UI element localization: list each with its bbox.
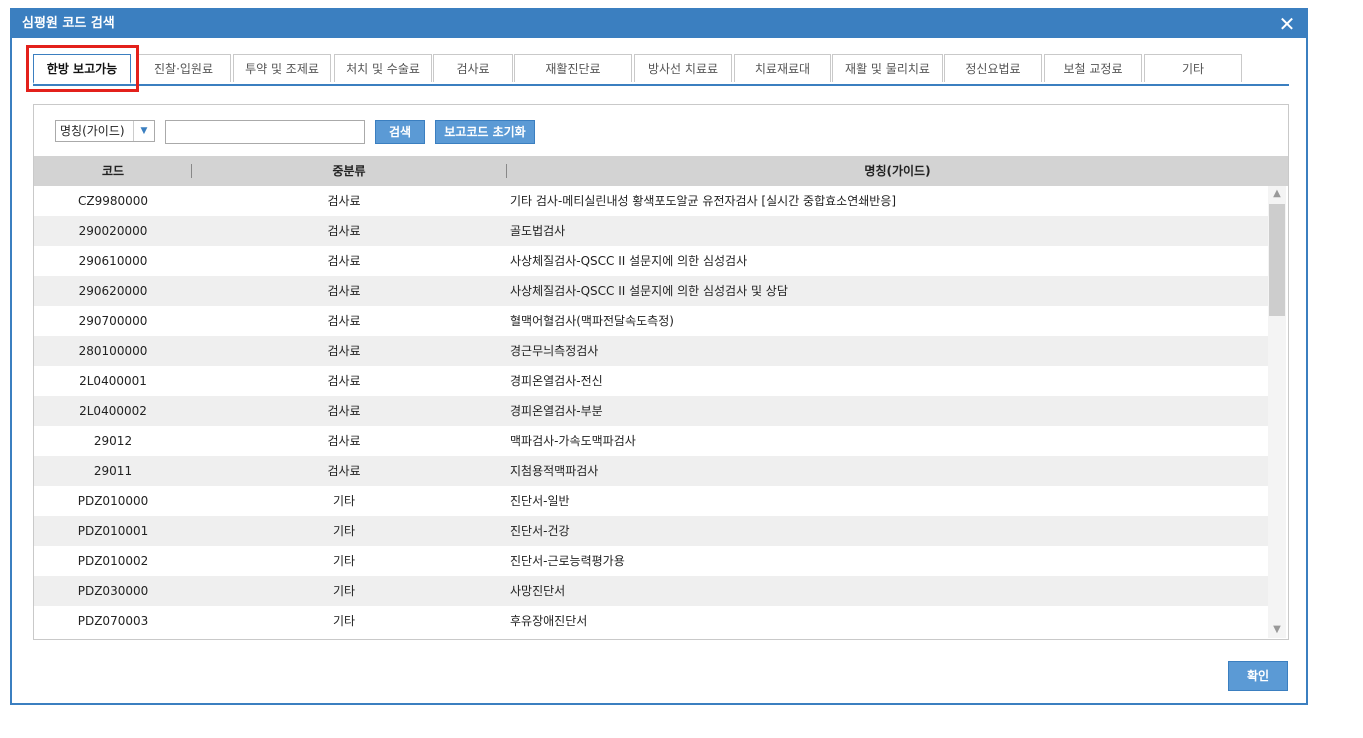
reset-report-code-button[interactable]: 보고코드 초기화 [435,120,535,144]
cell-category: 검사료 [327,284,361,298]
cell-name: 혈맥어혈검사(맥파전달속도측정) [510,314,674,328]
cell-code: 29012 [93,434,133,448]
cell-name: 후유장애진단서 [510,614,588,628]
scrollbar-thumb[interactable] [1269,204,1285,316]
cell-name: 사망진단서 [510,584,566,598]
table-row[interactable]: 29012 검사료 맥파검사-가속도맥파검사 [34,426,1268,456]
tab-korean-reportable[interactable]: 한방 보고가능 [33,54,131,84]
grid-body: CZ9980000 검사료 기타 검사-메티실린내성 황색포도알균 유전자검사 … [34,186,1268,636]
cell-category: 검사료 [327,194,361,208]
search-field-value: 명칭(가이드) [60,124,125,138]
cell-category: 검사료 [327,464,361,478]
column-header-name[interactable]: 명칭(가이드) [507,156,1288,186]
tab-material[interactable]: 치료재료대 [734,54,831,82]
dialog-title: 심평원 코드 검색 [22,16,115,31]
table-row[interactable]: 29011 검사료 지첨용적맥파검사 [34,456,1268,486]
table-row[interactable]: 280100000 검사료 경근무늬측정검사 [34,336,1268,366]
table-row[interactable]: 290020000 검사료 골도법검사 [34,216,1268,246]
vertical-scrollbar[interactable]: ▲ ▼ [1268,186,1286,638]
table-row[interactable]: PDZ010001 기타 진단서-건강 [34,516,1268,546]
close-icon[interactable]: ✕ [1276,13,1298,35]
table-row[interactable]: PDZ010000 기타 진단서-일반 [34,486,1268,516]
chevron-up-icon[interactable]: ▲ [1268,186,1286,202]
grid-header: 코드 중분류 명칭(가이드) [34,156,1288,186]
cell-code: PDZ070003 [77,614,149,628]
cell-name: 지첨용적맥파검사 [510,464,599,478]
table-row[interactable]: PDZ030000 기타 사망진단서 [34,576,1268,606]
search-button[interactable]: 검색 [375,120,425,144]
cell-code: CZ9980000 [77,194,149,208]
cell-name: 골도법검사 [510,224,566,238]
search-input[interactable] [165,120,365,144]
table-row[interactable]: 290620000 검사료 사상체질검사-QSCC II 설문지에 의한 심성검… [34,276,1268,306]
tab-test[interactable]: 검사료 [433,54,513,82]
cell-name: 진단서-근로능력평가용 [510,554,625,568]
category-tabs: 한방 보고가능 진찰·입원료 투약 및 조제료 처치 및 수술료 검사료 재활진… [33,54,1289,86]
table-row[interactable]: PDZ010002 기타 진단서-근로능력평가용 [34,546,1268,576]
table-row[interactable]: PDZ070003 기타 후유장애진단서 [34,606,1268,636]
tab-procedure[interactable]: 처치 및 수술료 [334,54,432,82]
tab-rehab-physio[interactable]: 재활 및 물리치료 [832,54,943,82]
chevron-down-icon[interactable]: ▼ [1268,622,1286,638]
cell-category: 기타 [332,494,356,508]
cell-code: 290610000 [78,254,148,268]
cell-code: PDZ010000 [77,494,149,508]
tab-radiation[interactable]: 방사선 치료료 [634,54,732,82]
cell-name: 경피온열검사-전신 [510,374,603,388]
cell-code: PDZ010001 [77,524,149,538]
tab-etc[interactable]: 기타 [1144,54,1242,82]
tab-prosthetics[interactable]: 보철 교정료 [1044,54,1142,82]
cell-code: 290620000 [78,284,148,298]
cell-name: 진단서-일반 [510,494,570,508]
code-search-dialog: 심평원 코드 검색 ✕ 한방 보고가능 진찰·입원료 투약 및 조제료 처치 및… [10,8,1308,705]
chevron-down-icon[interactable]: ▼ [133,121,154,141]
cell-name: 경피온열검사-부분 [510,404,603,418]
cell-code: 290700000 [78,314,148,328]
cell-category: 검사료 [327,344,361,358]
cell-code: 280100000 [78,344,148,358]
cell-code: 29011 [93,464,133,478]
table-row[interactable]: 2L0400002 검사료 경피온열검사-부분 [34,396,1268,426]
cell-category: 검사료 [327,254,361,268]
cell-code: PDZ010002 [77,554,149,568]
table-row[interactable]: 290700000 검사료 혈맥어혈검사(맥파전달속도측정) [34,306,1268,336]
tab-psychiatry[interactable]: 정신요법료 [944,54,1042,82]
cell-category: 검사료 [327,314,361,328]
tab-medication[interactable]: 투약 및 조제료 [233,54,331,82]
dialog-titlebar: 심평원 코드 검색 ✕ [12,10,1306,38]
column-header-code[interactable]: 코드 [34,156,192,186]
cell-category: 검사료 [327,434,361,448]
cell-code: 2L0400001 [79,374,147,388]
cell-name: 기타 검사-메티실린내성 황색포도알균 유전자검사 [실시간 중합효소연쇄반응] [510,194,897,208]
cell-category: 기타 [332,524,356,538]
table-row[interactable]: CZ9980000 검사료 기타 검사-메티실린내성 황색포도알균 유전자검사 … [34,186,1268,216]
cell-name: 경근무늬측정검사 [510,344,599,358]
tab-consultation[interactable]: 진찰·입원료 [136,54,231,82]
cell-category: 검사료 [327,404,361,418]
cell-category: 기타 [332,554,356,568]
cell-code: 2L0400002 [79,404,147,418]
cell-category: 검사료 [327,224,361,238]
search-field-select[interactable]: 명칭(가이드) ▼ [55,120,155,142]
table-row[interactable]: 290610000 검사료 사상체질검사-QSCC II 설문지에 의한 심성검… [34,246,1268,276]
cell-category: 기타 [332,584,356,598]
search-panel: 명칭(가이드) ▼ 검색 보고코드 초기화 코드 중분류 명칭(가이드) CZ9… [33,104,1289,640]
cell-name: 사상체질검사-QSCC II 설문지에 의한 심성검사 [510,254,748,268]
cell-category: 기타 [332,614,356,628]
cell-category: 검사료 [327,374,361,388]
table-row[interactable]: 2L0400001 검사료 경피온열검사-전신 [34,366,1268,396]
cell-code: 290020000 [78,224,148,238]
cell-name: 진단서-건강 [510,524,570,538]
cell-code: PDZ030000 [77,584,149,598]
ok-button[interactable]: 확인 [1228,661,1288,691]
column-header-category[interactable]: 중분류 [192,156,506,186]
cell-name: 맥파검사-가속도맥파검사 [510,434,636,448]
cell-name: 사상체질검사-QSCC II 설문지에 의한 심성검사 및 상담 [510,284,788,298]
tab-rehab-diagnosis[interactable]: 재활진단료 [514,54,632,82]
